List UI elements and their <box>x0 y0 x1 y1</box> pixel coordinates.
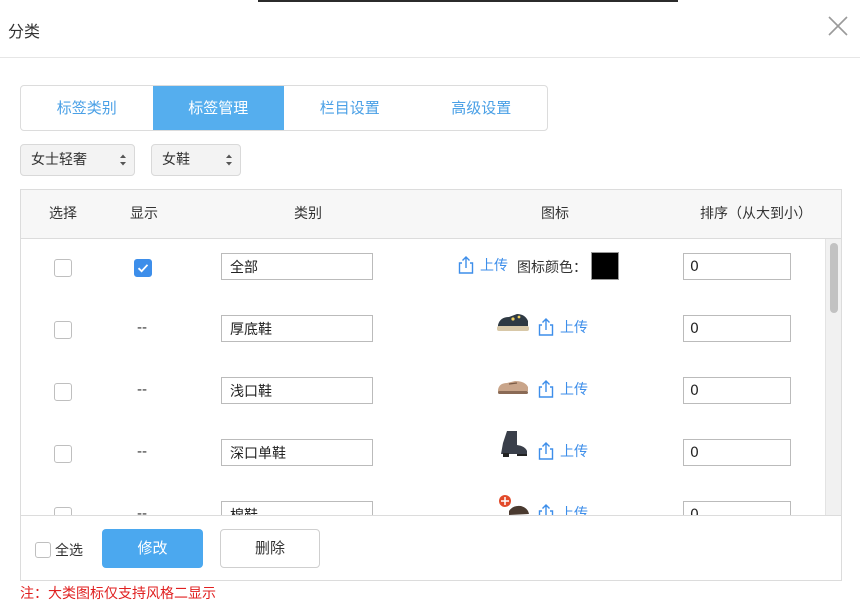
select-caret-icon <box>120 154 126 166</box>
delete-button[interactable]: 删除 <box>220 529 320 568</box>
category-select[interactable]: 女士轻奢 <box>20 144 135 176</box>
upload-icon <box>538 380 554 398</box>
row-display-checkbox[interactable] <box>134 259 152 277</box>
category-name-input[interactable] <box>221 315 373 342</box>
close-icon <box>828 16 848 36</box>
header-category: 类别 <box>294 206 322 222</box>
upload-button[interactable]: 上传 <box>456 255 508 275</box>
table-row: 上传 图标颜色： <box>21 239 825 301</box>
header-display: 显示 <box>130 206 158 222</box>
platform-shoe-thumbnail <box>495 307 531 335</box>
tab-tag-management[interactable]: 标签管理 <box>152 86 284 130</box>
table-row: -- 上传 <box>21 363 825 425</box>
category-name-input[interactable] <box>221 253 373 280</box>
boot-thumbnail <box>495 429 531 457</box>
table-row: -- 上传 <box>21 487 825 516</box>
table-body: 上传 图标颜色： -- 上传 <box>21 239 841 516</box>
row-select-checkbox[interactable] <box>54 445 72 463</box>
icon-color-swatch[interactable] <box>591 252 619 280</box>
display-placeholder: -- <box>137 444 148 460</box>
sort-input[interactable] <box>683 253 791 280</box>
tab-column-settings[interactable]: 栏目设置 <box>284 86 416 130</box>
upload-button[interactable]: 上传 <box>536 379 588 399</box>
edit-button[interactable]: 修改 <box>102 529 203 568</box>
category-name-input[interactable] <box>221 377 373 404</box>
tag-table: 选择 显示 类别 图标 排序（从大到小） 上传 图标颜色： -- <box>20 189 842 581</box>
icon-color-label: 图标颜色： <box>517 260 587 276</box>
tab-bar: 标签类别 标签管理 栏目设置 高级设置 <box>20 85 548 131</box>
upload-icon <box>458 256 474 274</box>
sort-input[interactable] <box>683 439 791 466</box>
sort-input[interactable] <box>683 501 791 516</box>
upload-icon <box>538 318 554 336</box>
display-placeholder: -- <box>137 320 148 336</box>
category-select-value: 女士轻奢 <box>31 152 87 168</box>
table-row: -- 上传 <box>21 301 825 363</box>
sort-input[interactable] <box>683 377 791 404</box>
table-row: -- 上传 <box>21 425 825 487</box>
header-select: 选择 <box>49 206 77 222</box>
loafer-thumbnail <box>495 371 531 399</box>
checkmark-icon <box>137 264 149 273</box>
tab-tag-category[interactable]: 标签类别 <box>21 86 153 130</box>
upload-label: 上传 <box>480 258 508 274</box>
dialog-header: 分类 <box>0 0 860 58</box>
table-scrollbar[interactable] <box>825 239 841 516</box>
warm-shoe-thumbnail <box>495 493 531 516</box>
category-name-input[interactable] <box>221 501 373 516</box>
display-placeholder: -- <box>137 382 148 398</box>
select-all-toggle[interactable]: 全选 <box>35 540 83 560</box>
row-select-checkbox[interactable] <box>54 259 72 277</box>
row-select-checkbox[interactable] <box>54 321 72 339</box>
upload-icon <box>538 442 554 460</box>
header-icon: 图标 <box>541 206 569 222</box>
subcategory-select[interactable]: 女鞋 <box>151 144 241 176</box>
loafer-shoe-icon <box>498 381 528 394</box>
sort-input[interactable] <box>683 315 791 342</box>
platform-shoe-icon <box>497 314 529 331</box>
close-button[interactable] <box>826 14 850 38</box>
scrollbar-thumb[interactable] <box>830 243 838 313</box>
upload-button[interactable]: 上传 <box>536 441 588 461</box>
select-all-checkbox[interactable] <box>35 542 51 558</box>
select-all-label: 全选 <box>55 543 83 559</box>
upload-button[interactable]: 上传 <box>536 317 588 337</box>
warm-shoe-icon <box>499 495 529 515</box>
header-sort: 排序（从大到小） <box>700 206 812 222</box>
upload-label: 上传 <box>560 320 588 336</box>
upload-label: 上传 <box>560 382 588 398</box>
row-select-checkbox[interactable] <box>54 383 72 401</box>
tab-advanced-settings[interactable]: 高级设置 <box>416 86 548 130</box>
ankle-boot-icon <box>501 431 527 457</box>
table-footer: 全选 修改 删除 <box>21 515 841 580</box>
footnote: 注：大类图标仅支持风格二显示 <box>20 586 216 602</box>
table-header: 选择 显示 类别 图标 排序（从大到小） <box>21 190 841 239</box>
category-name-input[interactable] <box>221 439 373 466</box>
dialog-title: 分类 <box>8 22 41 41</box>
subcategory-select-value: 女鞋 <box>162 152 190 168</box>
select-caret-icon <box>226 154 232 166</box>
upload-label: 上传 <box>560 444 588 460</box>
